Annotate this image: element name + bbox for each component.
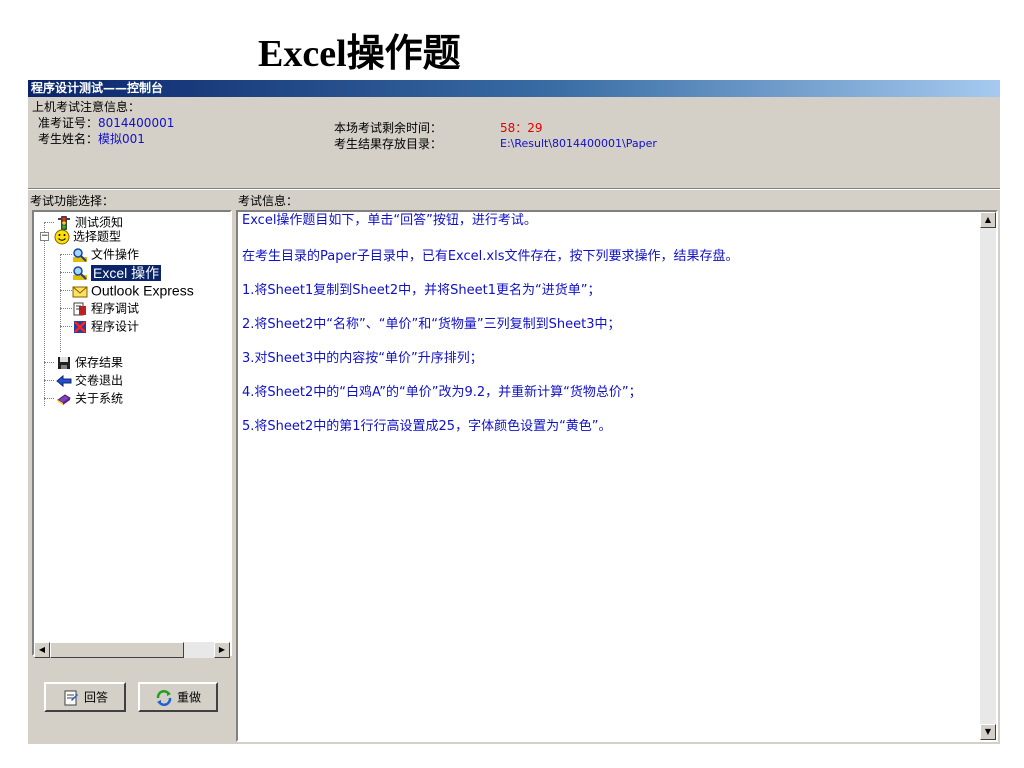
tree-item-outlook-express[interactable]: Outlook Express — [72, 281, 194, 299]
page-title: Excel操作题 — [258, 33, 461, 75]
dir-value: E:\Result\8014400001\Paper — [500, 137, 657, 150]
function-tree[interactable]: 测试须知 − 选择题型 文件操作 Excel 操作 Outlook Expres… — [32, 210, 232, 656]
exit-arrow-icon — [56, 373, 72, 389]
tree-item-programming[interactable]: 程序设计 — [72, 317, 139, 335]
scroll-up-icon[interactable]: ▲ — [980, 212, 996, 228]
tree-connector — [60, 308, 72, 309]
tree-item-label: 交卷退出 — [75, 373, 124, 388]
exam-instruction-line: 在考生目录的Paper子目录中，已有Excel.xls文件存在，按下列要求操作，… — [242, 249, 739, 264]
magnifier-icon — [72, 265, 88, 281]
exam-instruction-line: 1.将Sheet1复制到Sheet2中，并将Sheet1更名为“进货单”； — [242, 283, 601, 298]
exam-instruction-line: 3.对Sheet3中的内容按“单价”升序排列； — [242, 351, 483, 366]
exam-instruction-line: 2.将Sheet2中“名称”、“单价”和“货物量”三列复制到Sheet3中； — [242, 317, 621, 332]
tree-item-submit-exit[interactable]: 交卷退出 — [56, 371, 123, 389]
tree-item-label: 程序设计 — [91, 319, 140, 334]
exam-instruction-line: 5.将Sheet2中的第1行行高设置成25，字体颜色设置为“黄色”。 — [242, 419, 612, 434]
scroll-thumb[interactable] — [50, 642, 184, 658]
tree-item-label: 关于系统 — [75, 391, 124, 406]
window-title: 程序设计测试——控制台 — [31, 81, 164, 95]
time-label: 本场考试剩余时间： — [334, 121, 443, 135]
exam-instruction-line: 4.将Sheet2中的“白鸡A”的“单价”改为9.2，并重新计算“货物总价”； — [242, 385, 642, 400]
tree-horizontal-scrollbar[interactable]: ◀ ▶ — [34, 642, 230, 658]
refresh-icon — [155, 689, 173, 707]
scroll-left-icon[interactable]: ◀ — [34, 642, 50, 658]
tree-item-file-ops[interactable]: 文件操作 — [72, 245, 139, 263]
design-icon — [72, 319, 88, 335]
redo-button[interactable]: 重做 — [138, 682, 218, 712]
notice-header: 上机考试注意信息： — [32, 100, 141, 114]
floppy-disk-icon — [56, 355, 72, 371]
tree-connector — [44, 362, 54, 363]
mail-icon — [72, 283, 88, 299]
sidebar-header: 考试功能选择： — [30, 194, 115, 208]
smiley-icon — [54, 229, 70, 245]
tree-item-label: 保存结果 — [75, 355, 124, 370]
ticket-value: 8014400001 — [98, 116, 175, 130]
scroll-right-icon[interactable]: ▶ — [214, 642, 230, 658]
tree-connector — [60, 254, 72, 255]
console-window: 程序设计测试——控制台 上机考试注意信息： 准考证号： 8014400001 考… — [28, 80, 1000, 744]
tree-item-save-results[interactable]: 保存结果 — [56, 353, 123, 371]
tree-item-label: Outlook Express — [91, 282, 194, 299]
tree-item-label: Excel 操作 — [91, 264, 162, 281]
tree-item-label: 程序调试 — [91, 301, 140, 316]
redo-button-label: 重做 — [176, 690, 201, 705]
magnifier-icon — [72, 247, 88, 263]
debug-icon — [72, 301, 88, 317]
name-label: 考生姓名： — [38, 132, 99, 146]
exam-instruction-line: Excel操作题目如下，单击“回答”按钮，进行考试。 — [242, 213, 537, 228]
name-value: 模拟001 — [98, 132, 145, 146]
divider — [28, 188, 1000, 190]
tree-connector — [60, 290, 72, 291]
window-titlebar[interactable]: 程序设计测试——控制台 — [28, 80, 1000, 97]
tree-item-label: 选择题型 — [73, 229, 122, 244]
tree-connector — [44, 222, 45, 406]
answer-icon — [62, 689, 80, 707]
exam-info-panel[interactable]: Excel操作题目如下，单击“回答”按钮，进行考试。 在考生目录的Paper子目… — [236, 210, 998, 742]
ticket-label: 准考证号： — [38, 116, 99, 130]
tree-connector — [44, 222, 54, 223]
answer-button-label: 回答 — [83, 690, 108, 705]
content-vertical-scrollbar[interactable]: ▲ ▼ — [980, 212, 996, 740]
dir-label: 考生结果存放目录： — [334, 137, 443, 151]
time-value: 58：29 — [500, 121, 543, 135]
tree-item-label: 文件操作 — [91, 247, 140, 262]
tree-item-about[interactable]: 关于系统 — [56, 389, 123, 407]
answer-button[interactable]: 回答 — [44, 682, 126, 712]
tree-connector — [44, 380, 54, 381]
tree-item-question-types[interactable]: 选择题型 — [54, 227, 121, 245]
tree-item-excel-ops[interactable]: Excel 操作 — [72, 263, 162, 281]
collapse-toggle[interactable]: − — [40, 232, 49, 241]
tree-item-debugging[interactable]: 程序调试 — [72, 299, 139, 317]
book-icon — [56, 391, 72, 407]
tree-connector — [60, 326, 72, 327]
tree-connector — [60, 254, 61, 352]
tree-connector — [44, 398, 54, 399]
scroll-down-icon[interactable]: ▼ — [980, 724, 996, 740]
tree-connector — [60, 272, 72, 273]
content-header: 考试信息： — [238, 194, 299, 208]
